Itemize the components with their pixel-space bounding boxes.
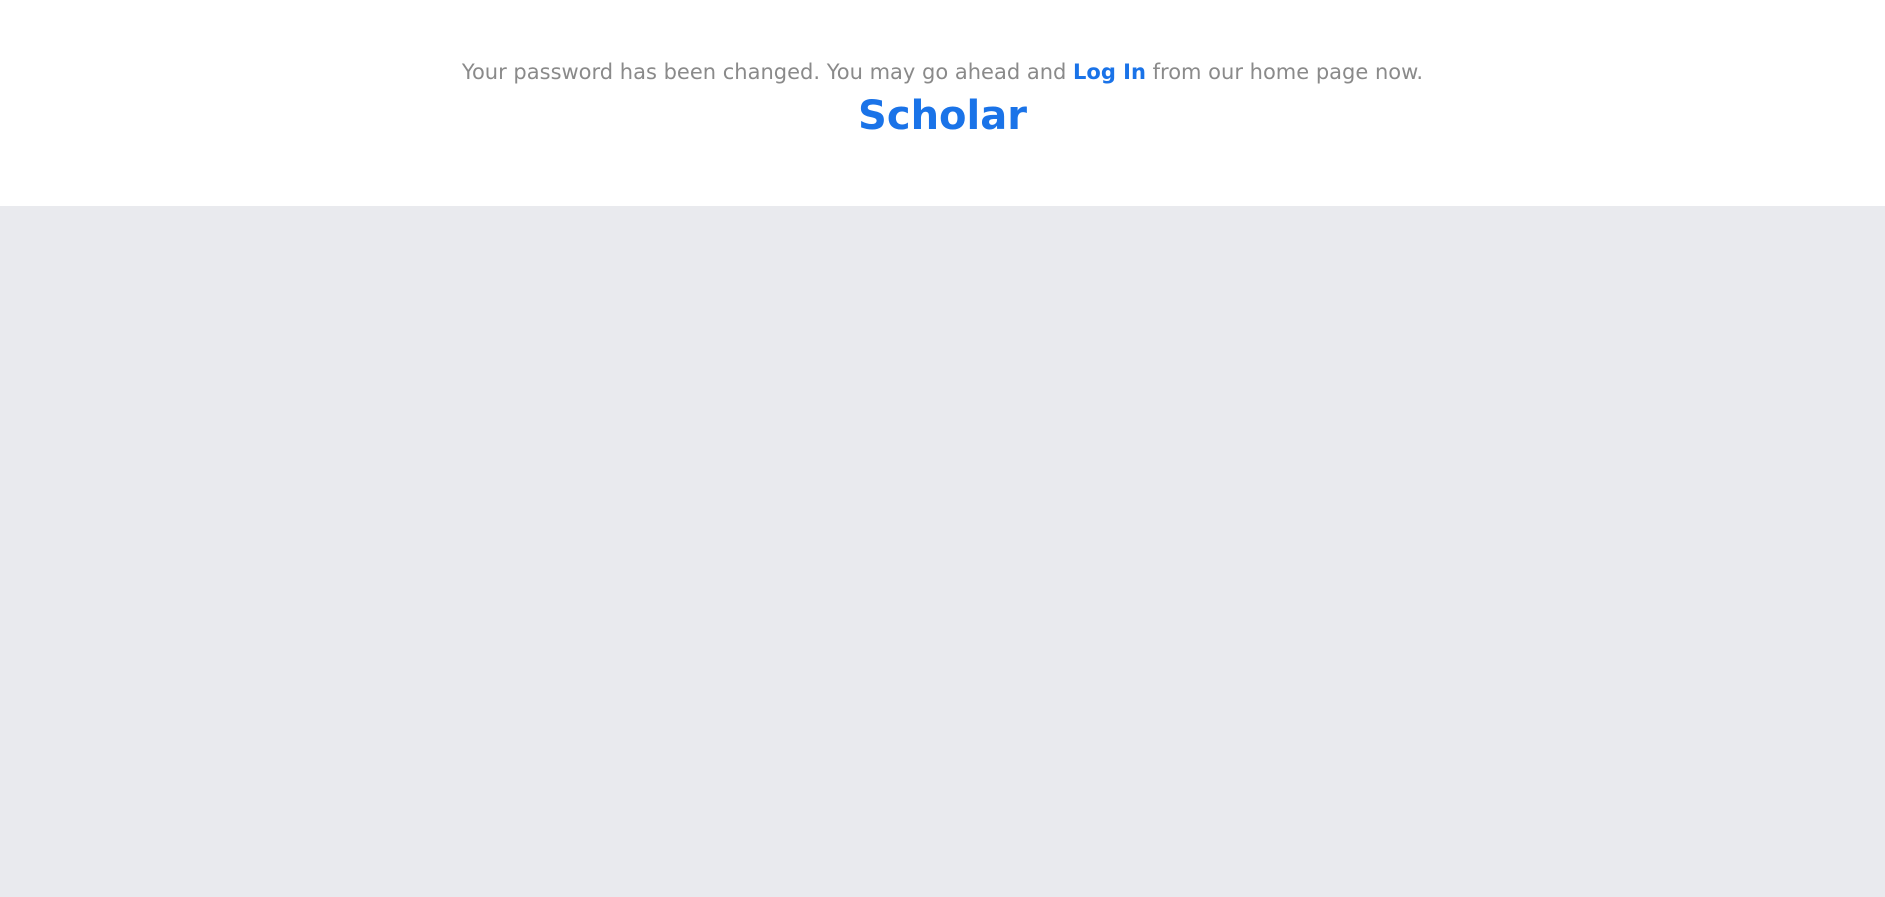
password-changed-message: Your password has been changed. You may …: [0, 57, 1885, 87]
log-in-link[interactable]: Log In: [1073, 60, 1146, 84]
brand-name-link[interactable]: Scholar: [858, 93, 1027, 139]
header-panel: Your password has been changed. You may …: [0, 0, 1885, 206]
message-text-before: Your password has been changed. You may …: [461, 60, 1074, 84]
page-background: [0, 206, 1885, 897]
brand-logo: Scholar: [0, 88, 1885, 144]
message-text-after: from our home page now.: [1145, 60, 1424, 84]
